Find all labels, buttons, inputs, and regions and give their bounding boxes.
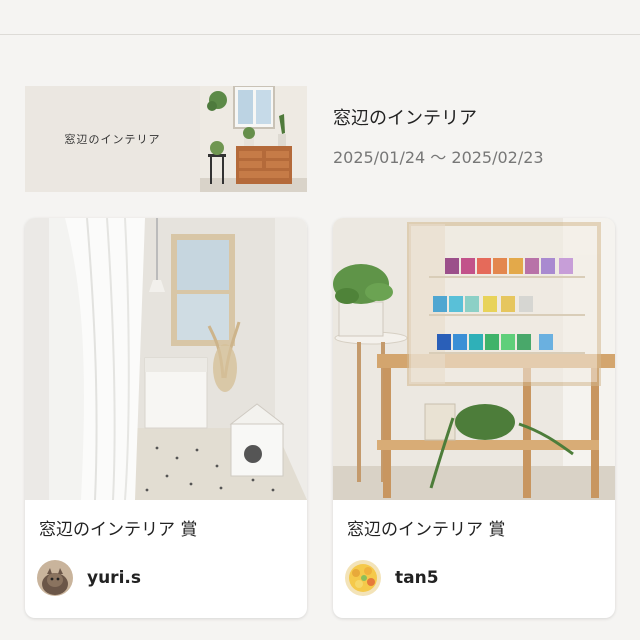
user-row[interactable]: tan5 <box>345 560 439 596</box>
event-title[interactable]: 窓辺のインテリア <box>333 104 544 130</box>
user-row[interactable]: yuri.s <box>37 560 141 596</box>
award-card[interactable]: 窓辺のインテリア 賞 tan5 <box>333 218 615 618</box>
username[interactable]: yuri.s <box>87 568 141 588</box>
award-label: 窓辺のインテリア 賞 <box>347 520 506 540</box>
food-avatar-icon[interactable] <box>345 560 381 596</box>
banner-label-area: 窓辺のインテリア <box>25 86 200 192</box>
award-photo[interactable] <box>25 218 307 500</box>
banner-photo <box>200 86 307 192</box>
event-info: 窓辺のインテリア 2025/01/24 〜 2025/02/23 <box>333 104 544 168</box>
award-label: 窓辺のインテリア 賞 <box>39 520 198 540</box>
cat-avatar-icon[interactable] <box>37 560 73 596</box>
banner-label: 窓辺のインテリア <box>64 133 161 146</box>
top-divider <box>0 34 640 35</box>
event-banner[interactable]: 窓辺のインテリア <box>25 86 307 192</box>
event-dates: 2025/01/24 〜 2025/02/23 <box>333 148 544 167</box>
award-card[interactable]: 窓辺のインテリア 賞 yuri.s <box>25 218 307 618</box>
username[interactable]: tan5 <box>395 568 439 588</box>
award-photo[interactable] <box>333 218 615 500</box>
